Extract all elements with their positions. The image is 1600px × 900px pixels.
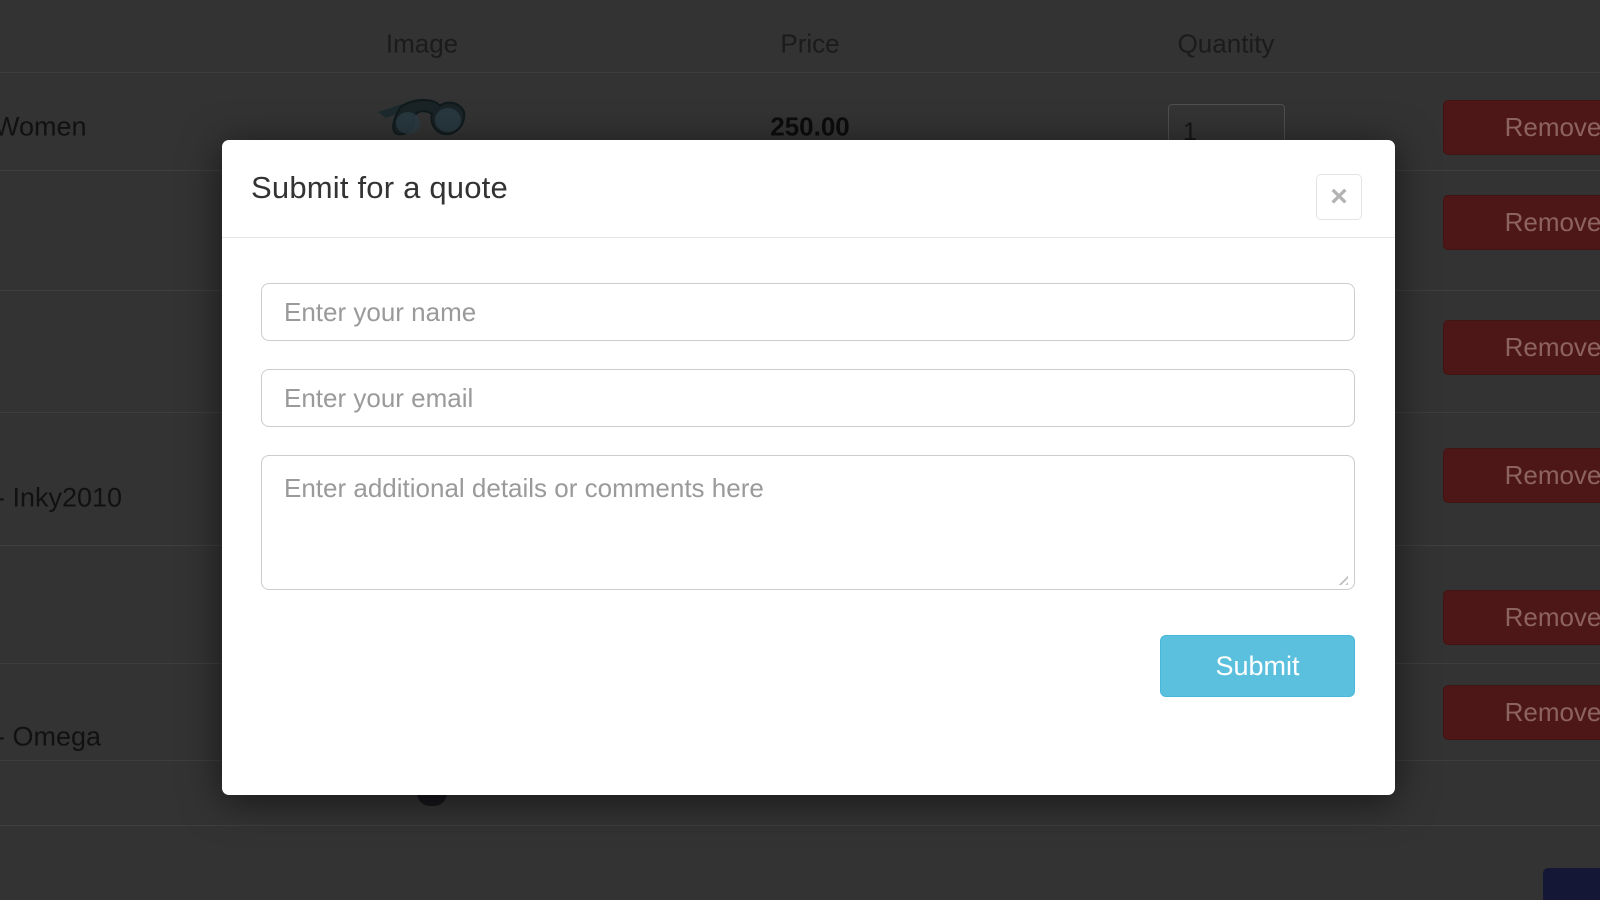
modal-title: Submit for a quote [251,170,508,205]
close-icon[interactable]: × [1316,174,1362,220]
table-divider [0,72,1600,73]
details-field[interactable] [261,455,1355,590]
remove-button[interactable]: Remove [1443,195,1600,250]
quote-modal-header: Submit for a quote × [222,140,1395,238]
page: Image Price Quantity Women 250.00 Remove… [0,0,1600,900]
remove-button[interactable]: Remove [1443,448,1600,503]
name-field[interactable] [261,283,1355,341]
remove-button[interactable]: Remove [1443,685,1600,740]
product-name-inky2010: - Inky2010 [0,482,123,513]
product-name-women: Women [0,111,87,142]
submit-button[interactable]: Submit [1160,635,1355,697]
email-field[interactable] [261,369,1355,427]
column-header-image: Image [385,28,459,59]
product-name-omega: - Omega [0,721,102,752]
quote-modal: Submit for a quote × Submit [222,140,1395,795]
remove-button[interactable]: Remove [1443,320,1600,375]
price-value: 250.00 [770,111,850,142]
remove-button[interactable]: Remove [1443,100,1600,155]
remove-button[interactable]: Remove [1443,590,1600,645]
page-submit-quote-button[interactable] [1543,868,1600,900]
column-header-quantity: Quantity [1177,28,1275,59]
table-divider [0,825,1600,826]
column-header-price: Price [780,28,840,59]
